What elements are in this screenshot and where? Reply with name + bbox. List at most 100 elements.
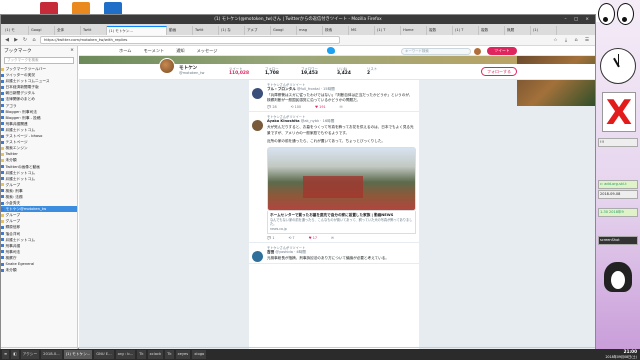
tweet-handle: @ak_nybk · 16時間 (300, 119, 335, 124)
window-controls[interactable]: – □ × (564, 15, 592, 24)
tweet-handle: @yoshida · 4時間 (275, 249, 306, 254)
tweet-author[interactable]: フル・フロンタル (267, 87, 296, 91)
stat-value: 110,028 (229, 71, 249, 76)
twitter-bird-icon[interactable] (327, 47, 335, 54)
profile-stat[interactable]: フォロー 1,708 (265, 66, 279, 76)
browser-tab[interactable]: (1) T (375, 26, 401, 35)
browser-tab[interactable]: 複数 (479, 26, 505, 35)
browser-tab[interactable]: 動画 (167, 26, 193, 35)
bookmark-icon (1, 201, 4, 205)
navigation-toolbar: ◀ ▶ ↻ ⌂ https://twitter.com/motoken_tw/w… (1, 35, 595, 46)
taskbar-item[interactable]: xlogo (192, 350, 207, 359)
desktop-label: c: add-org-skl-t (598, 180, 638, 189)
bookmark-icon (1, 256, 4, 260)
nav-messages[interactable]: メッセージ (197, 48, 218, 54)
browser-tab[interactable]: 複数 (427, 26, 453, 35)
twitter-search-input[interactable]: キーワード検索 (401, 47, 471, 55)
sidebar-close-button[interactable]: × (70, 48, 74, 54)
browser-tab[interactable]: Googl (29, 26, 55, 35)
tweet-button[interactable]: ツイート (487, 47, 517, 55)
browser-tab[interactable]: 無題 (505, 26, 531, 35)
bookmark-item[interactable]: 未分類 (1, 267, 77, 273)
nav-moments[interactable]: モーメント (143, 48, 164, 54)
user-avatar[interactable] (474, 47, 481, 55)
taskbar-clock[interactable]: 21:00 2018年09月08日(土) (606, 349, 640, 359)
back-button[interactable]: ◀ (4, 37, 10, 43)
like-button[interactable]: ♥ 191 (315, 105, 326, 109)
tweet-avatar[interactable] (252, 120, 263, 132)
tweet-avatar[interactable] (252, 250, 263, 262)
browser-tab[interactable]: MS (349, 26, 375, 35)
tweet-author[interactable]: 吉田 (267, 250, 274, 254)
browser-tab[interactable]: アメブ (245, 26, 271, 35)
taskbar-item[interactable]: ◧ (11, 350, 19, 359)
bookmark-search-input[interactable]: ブックマークを検索 (4, 57, 74, 64)
browser-tab[interactable]: (1) モトケン... (107, 26, 167, 35)
bookmark-label: 朝日新聞デジタル (5, 91, 35, 96)
taskbar-item[interactable]: ≡ (2, 350, 10, 359)
browser-tab[interactable]: 検索 (323, 26, 349, 35)
browser-tab[interactable]: (1) T (453, 26, 479, 35)
follow-button[interactable]: フォローする (481, 67, 517, 76)
taskbar: ≡ ◧ アクシー 2018-0... (1) モトケン... GNU E... org : … (0, 349, 640, 360)
profile-stat[interactable]: いいね 3,424 (337, 66, 351, 76)
dm-icon[interactable]: ✉ (340, 105, 343, 109)
taskbar-item[interactable]: Tk (137, 350, 146, 359)
retweet-button[interactable]: ⟲ 100 (291, 105, 301, 109)
browser-tab[interactable]: Home (401, 26, 427, 35)
tweet-photo[interactable] (267, 147, 416, 212)
tweet[interactable]: モトケンさんがリツイート 吉田 @yoshida · 4時間 元検事総長が指摘、… (249, 243, 419, 264)
forward-button[interactable]: ▶ (13, 37, 19, 43)
browser-tab[interactable]: Twitt (193, 26, 219, 35)
tweet-author[interactable]: Ayako Kinoshita (267, 119, 300, 123)
tweet-text: 元検事総長が指摘、刑事訴訟法のあり方について議論が必要と考えている。 (267, 255, 389, 260)
bookmark-label: Snake Egeneral (5, 262, 35, 266)
eye-icon (617, 3, 634, 25)
profile-handle: @motoken_tw (179, 71, 205, 75)
browser-tab[interactable]: 全体 (55, 26, 81, 35)
nav-notifications[interactable]: 通知 (176, 48, 184, 54)
taskbar-item[interactable]: 2018-0... (41, 350, 62, 359)
dm-icon[interactable]: ✉ (331, 236, 334, 240)
bookmark-icon (1, 225, 4, 229)
profile-stat[interactable]: フォロワー 19,453 (301, 66, 318, 76)
window-titlebar: (1) モトケン(@motoken_tw)さん | Twitterからの返信付き… (1, 15, 595, 24)
bookmark-label: 小倉秀夫 (5, 201, 21, 206)
bookmark-label: 郷原信郎 (5, 225, 21, 230)
tweet-avatar[interactable] (252, 88, 263, 99)
reload-button[interactable]: ↻ (22, 37, 28, 43)
taskbar-item[interactable]: Tk (165, 350, 174, 359)
link-card[interactable]: ホームセンターで買ったお墓を庭先で自分の家に設置した家族 | 動画NEWS なん… (267, 211, 416, 234)
reply-button[interactable]: 💬 28 (267, 105, 277, 109)
tweet[interactable]: モトケンさんがリツイート フル・フロンタル @full_frontal · 15… (249, 80, 419, 113)
taskbar-item[interactable]: (1) モトケン... (63, 350, 93, 359)
taskbar-item[interactable]: GNU E... (94, 350, 114, 359)
browser-tab[interactable]: Googl (271, 26, 297, 35)
profile-stat[interactable]: リスト 2 (367, 66, 377, 76)
browser-tab[interactable]: (1) (531, 26, 557, 35)
tweet[interactable]: モトケンさんがリツイート Ayako Kinoshita @ak_nybk · … (249, 112, 419, 243)
tweet-actions: 💬 1 ⟲ 7 ♥ 17 ✉ (267, 236, 416, 240)
like-button[interactable]: ♥ 17 (309, 236, 317, 240)
taskbar-item[interactable]: xclock (147, 350, 164, 359)
folder-icon (1, 152, 4, 156)
profile-avatar[interactable] (159, 58, 175, 74)
bookmark-icon (1, 116, 4, 120)
taskbar-item[interactable]: アクシー (20, 350, 40, 359)
reply-button[interactable]: 💬 1 (267, 236, 274, 240)
profile-stat[interactable]: ツイート 110,028 (229, 66, 249, 76)
browser-tab[interactable]: mag (297, 26, 323, 35)
url-bar[interactable]: https://twitter.com/motoken_tw/with_repl… (40, 36, 340, 44)
toolbar-icons[interactable]: ☆ ⤓ ⌂ ☰ (553, 37, 592, 43)
bookmark-icon (1, 73, 4, 77)
nav-home[interactable]: ホーム (119, 48, 131, 54)
retweet-button[interactable]: ⟲ 7 (288, 236, 294, 240)
bookmark-icon (1, 207, 4, 211)
browser-tab[interactable]: Twitt (81, 26, 107, 35)
browser-tab[interactable]: (1) な (219, 26, 245, 35)
bookmark-label: 刑事司法 (5, 249, 21, 254)
taskbar-item[interactable]: org : b... (115, 350, 136, 359)
taskbar-item[interactable]: xeyes (175, 350, 191, 359)
home-button[interactable]: ⌂ (31, 37, 37, 43)
browser-tab[interactable]: (1) モ (3, 26, 29, 35)
